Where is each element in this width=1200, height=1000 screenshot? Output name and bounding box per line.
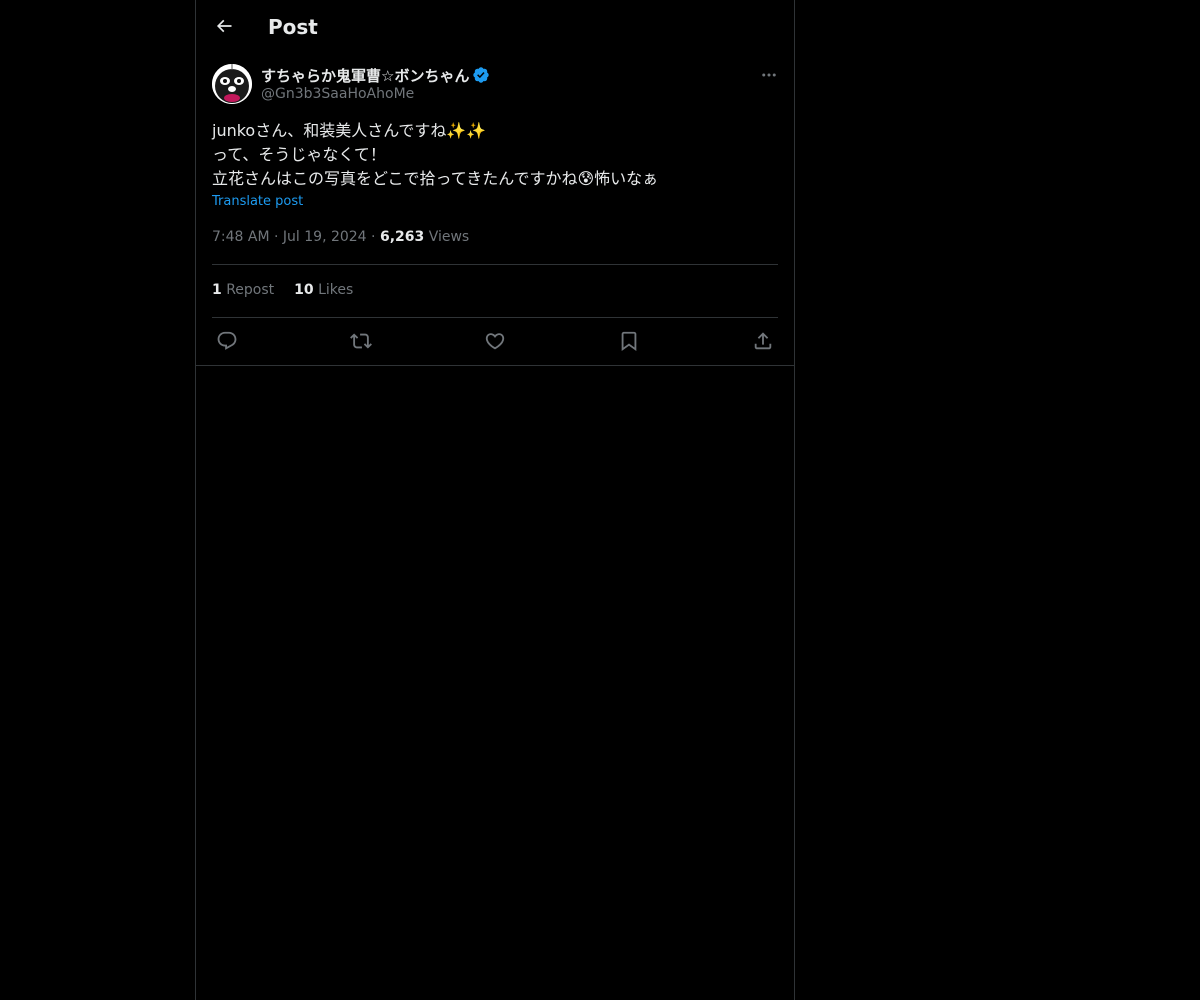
reposts-stat[interactable]: 1 Repost xyxy=(212,282,274,298)
tweet-meta: 7:48 AM · Jul 19, 2024 · 6,263 Views xyxy=(212,229,469,245)
likes-count: 10 xyxy=(294,282,314,298)
tweet-line: って、そうじゃなくて！ xyxy=(212,145,386,164)
likes-stat[interactable]: 10 Likes xyxy=(294,282,353,298)
arrow-left-icon xyxy=(216,19,232,33)
engagement-stats: 1 Repost 10 Likes xyxy=(212,282,373,298)
avatar[interactable] xyxy=(212,64,252,104)
avatar-image xyxy=(212,64,252,104)
tweet-text: junkoさん、和装美人さんですね✨✨ って、そうじゃなくて！ 立花さんはこの写… xyxy=(212,119,778,191)
author-display-name[interactable]: すちゃらか鬼軍曹☆ボンちゃん xyxy=(261,65,469,86)
back-button[interactable] xyxy=(208,10,240,42)
action-bar xyxy=(212,327,778,355)
verified-badge-icon xyxy=(472,66,490,84)
tweet-line: junkoさん、和装美人さんですね✨✨ xyxy=(212,121,487,140)
tweet-date[interactable]: Jul 19, 2024 xyxy=(283,229,367,245)
main-column: Post すちゃらか鬼軍曹☆ボンちゃん @Gn3b3SaaHoAhoMe jun… xyxy=(195,0,795,1000)
more-options-button[interactable] xyxy=(756,64,782,86)
repost-button[interactable] xyxy=(346,327,376,355)
author-row: すちゃらか鬼軍曹☆ボンちゃん xyxy=(261,64,490,86)
divider xyxy=(196,365,794,366)
page-title: Post xyxy=(268,15,318,39)
like-button[interactable] xyxy=(480,327,510,355)
reply-icon xyxy=(217,331,237,350)
more-dots-icon xyxy=(762,73,776,77)
tweet-line: 立花さんはこの写真をどこで拾ってきたんですかね😰怖いなぁ xyxy=(212,169,659,188)
divider xyxy=(212,317,778,318)
bookmark-button[interactable] xyxy=(614,327,644,355)
header: Post xyxy=(196,0,794,53)
reply-button[interactable] xyxy=(212,327,242,355)
reposts-label: Repost xyxy=(226,282,275,298)
reposts-count: 1 xyxy=(212,282,222,298)
like-icon xyxy=(485,333,505,350)
meta-separator: · xyxy=(274,229,283,245)
translate-post-link[interactable]: Translate post xyxy=(212,194,303,209)
bookmark-icon xyxy=(621,331,637,352)
views-label: Views xyxy=(428,229,470,245)
share-button[interactable] xyxy=(748,327,778,355)
author-handle[interactable]: @Gn3b3SaaHoAhoMe xyxy=(261,86,414,102)
repost-icon xyxy=(350,333,372,349)
views-count: 6,263 xyxy=(379,229,425,245)
meta-separator: · xyxy=(371,229,380,245)
share-icon xyxy=(754,332,772,350)
divider xyxy=(212,264,778,265)
tweet-time[interactable]: 7:48 AM xyxy=(212,229,270,245)
likes-label: Likes xyxy=(318,282,354,298)
